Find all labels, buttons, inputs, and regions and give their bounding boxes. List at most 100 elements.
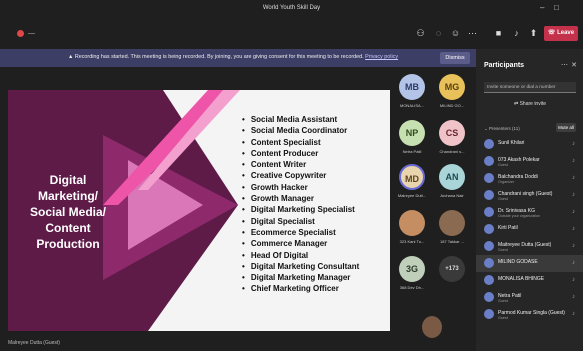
list-item: Content Writer [242, 159, 359, 170]
list-item: Social Media Assistant [242, 114, 359, 125]
participant-tile[interactable]: CS Chandrani s... [435, 120, 469, 154]
participant-status: Outside your organization [498, 214, 541, 218]
mic-icon: ♪ [572, 226, 575, 232]
list-item[interactable]: MONALISA BHINGE ♪ [476, 272, 583, 289]
participant-status: Guest [498, 299, 508, 303]
list-item: Digital Marketing Manager [242, 272, 359, 283]
title-bar: World Youth Skill Day – □ [0, 0, 583, 20]
tile-name: Malreyee Dutt... [397, 193, 427, 198]
participant-tile[interactable]: 3G 368 Dev Dh... [395, 256, 429, 290]
presenters-header[interactable]: ⌄ Presenters (11) [484, 126, 520, 132]
panel-title: Participants [484, 62, 525, 69]
people-icon[interactable]: ⚇ [415, 28, 426, 39]
minimize-icon[interactable]: – [540, 3, 544, 12]
avatar: AN [439, 164, 465, 190]
more-icon[interactable]: ⋯ [561, 61, 568, 69]
avatar [399, 210, 425, 236]
participant-tile[interactable]: AN Archana Nair [435, 164, 469, 198]
meeting-timer: — [28, 30, 35, 37]
avatar [484, 292, 494, 302]
list-item: Creative Copywriter [242, 170, 359, 181]
avatar [484, 207, 494, 217]
banner-text: Recording has started. This meeting is b… [74, 54, 364, 60]
list-item[interactable]: Parmod Kumar Singla (Guest) Guest ♪ [476, 306, 583, 323]
invite-input[interactable]: Invite someone or dial a number [484, 82, 576, 93]
participant-name: Sunil Khilari [498, 140, 525, 146]
leave-button[interactable]: ☏ Leave [544, 26, 578, 41]
participants-panel: Participants ⋯ ✕ Invite someone or dial … [476, 49, 583, 351]
list-item[interactable]: MILIND GODASE ♪ [476, 255, 583, 272]
share-invite-label: Share invite [519, 101, 546, 107]
mic-icon: ♪ [572, 260, 575, 266]
share-invite-button[interactable]: ⇄ Share invite [484, 98, 576, 110]
list-item[interactable]: Maitreyee Dutta (Guest) Guest ♪ [476, 238, 583, 255]
recording-indicator-icon [17, 30, 24, 37]
dismiss-button[interactable]: Dismiss [440, 52, 470, 64]
list-item[interactable]: 073 Akash Polekar Guest ♪ [476, 153, 583, 170]
presenters-label: Presenters (11) [489, 126, 520, 131]
reactions-icon[interactable]: ☺ [450, 28, 461, 39]
slide-title-line: Social Media/ [29, 205, 107, 219]
tile-name: Chandrani s... [439, 149, 465, 154]
avatar [439, 210, 465, 236]
list-item[interactable]: Dr. Srinivasa KG Outside your organizatio… [476, 204, 583, 221]
participant-tile[interactable]: MG MILIND GO... [435, 74, 469, 108]
list-item: Content Producer [242, 148, 359, 159]
avatar: MD [399, 164, 425, 190]
list-item: Growth Hacker [242, 182, 359, 193]
close-icon[interactable]: ✕ [571, 61, 577, 69]
participant-status: Guest [498, 163, 508, 167]
avatar: 3G [399, 256, 425, 282]
list-item[interactable]: Balchandra Doddi Organizer ♪ [476, 170, 583, 187]
share-icon[interactable]: ⬆ [528, 28, 539, 39]
chat-icon[interactable]: ◌ [433, 28, 444, 39]
avatar [484, 309, 494, 319]
tile-name: MILIND GO... [439, 103, 465, 108]
warning-icon: ▲ [68, 54, 75, 60]
privacy-policy-link[interactable]: Privacy policy [365, 54, 398, 60]
tile-name: 187 Takkar ... [440, 239, 464, 244]
list-item: Social Media Coordinator [242, 125, 359, 136]
participant-tile[interactable]: MB MONALISA... [395, 74, 429, 108]
avatar: MB [399, 74, 425, 100]
list-item: Digital Marketing Specialist [242, 204, 359, 215]
participant-tile[interactable]: 323 Kani Tu... [395, 210, 429, 244]
list-item[interactable]: Sunil Khilari ♪ [476, 136, 583, 153]
participant-tile[interactable]: MD Malreyee Dutt... [395, 164, 429, 198]
avatar [484, 224, 494, 234]
list-item[interactable]: Chandrani singh (Guest) Guest ♪ [476, 187, 583, 204]
participant-tile[interactable]: 187 Takkar ... [435, 210, 469, 244]
slide-title-line: Marketing/ [37, 189, 98, 203]
avatar [484, 275, 494, 285]
avatar [484, 173, 494, 183]
mic-icon: ♪ [572, 209, 575, 215]
maximize-icon[interactable]: □ [554, 3, 559, 12]
slide-title-line: Digital [49, 173, 87, 187]
participant-tile[interactable]: NP Netra Patil [395, 120, 429, 154]
banner-message: ▲ Recording has started. This meeting is… [68, 54, 398, 60]
mic-icon: ♪ [572, 311, 575, 317]
participant-name: MONALISA BHINGE [498, 276, 545, 282]
shared-slide: Digital Marketing/ Social Media/ Content… [8, 90, 390, 331]
overflow-participants-button[interactable]: +173 [435, 256, 469, 282]
avatar: MG [439, 74, 465, 100]
more-icon[interactable]: ⋯ [467, 28, 478, 39]
mic-icon: ♪ [572, 294, 575, 300]
list-item[interactable]: Kirti Patil ♪ [476, 221, 583, 238]
mute-all-button[interactable]: Mute all [556, 123, 576, 132]
list-item: Digital Specialist [242, 216, 359, 227]
avatar [484, 241, 494, 251]
mic-icon: ♪ [572, 141, 575, 147]
list-item: Ecommerce Specialist [242, 227, 359, 238]
tile-name: 368 Dev Dh... [399, 285, 425, 290]
list-item: Digital Marketing Consultant [242, 261, 359, 272]
list-item: Commerce Manager [242, 238, 359, 249]
list-item: Chief Marketing Officer [242, 283, 359, 294]
camera-icon[interactable]: ■ [493, 28, 504, 39]
list-item: Head Of Digital [242, 250, 359, 261]
list-item[interactable]: Netra Patil Guest ♪ [476, 289, 583, 306]
mic-icon: ♪ [572, 243, 575, 249]
mic-icon[interactable]: ♪ [511, 28, 522, 39]
list-item: Growth Manager [242, 193, 359, 204]
mic-icon: ♪ [572, 175, 575, 181]
